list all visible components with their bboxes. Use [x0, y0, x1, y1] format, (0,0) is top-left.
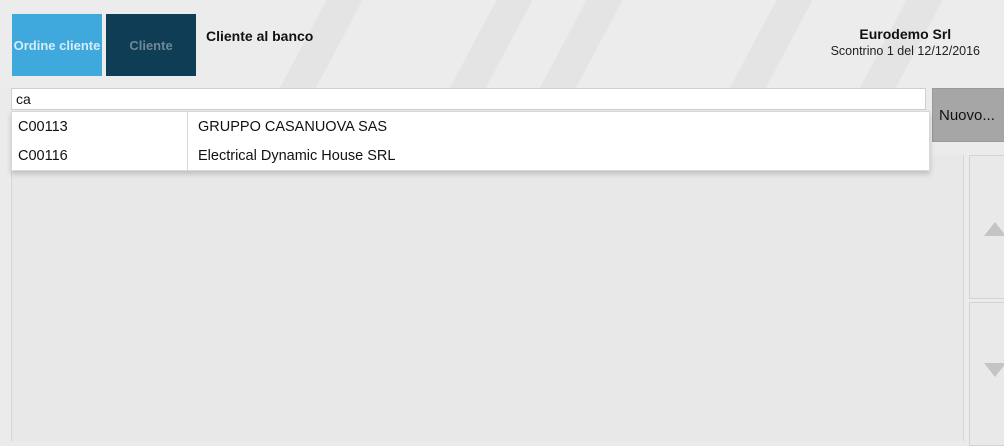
cliente-al-banco-label: Cliente al banco [206, 28, 314, 44]
cliente-button[interactable]: Cliente [106, 14, 196, 76]
suggestion-code: C00116 [12, 141, 188, 170]
triangle-up-icon [984, 222, 1004, 236]
receipt-info: Scontrino 1 del 12/12/2016 [830, 44, 980, 58]
suggestion-code: C00113 [12, 112, 188, 141]
suggestion-row[interactable]: C00113 GRUPPO CASANUOVA SAS [12, 112, 929, 141]
customer-list-area [11, 155, 964, 441]
suggestion-name: Electrical Dynamic House SRL [198, 147, 396, 164]
nuovo-button[interactable]: Nuovo... [932, 88, 1004, 142]
triangle-down-icon [984, 363, 1004, 377]
top-bar: Ordine cliente Cliente Cliente al banco … [0, 0, 1004, 88]
background-decoration [718, 0, 818, 88]
company-info: Eurodemo Srl Scontrino 1 del 12/12/2016 [831, 26, 980, 58]
suggestion-row[interactable]: C00116 Electrical Dynamic House SRL [12, 141, 929, 170]
scroll-down-button[interactable] [969, 302, 1004, 446]
company-name: Eurodemo Srl [859, 26, 952, 42]
background-decoration [268, 0, 368, 88]
suggestion-name: GRUPPO CASANUOVA SAS [198, 118, 388, 135]
background-decoration [438, 0, 538, 88]
customer-search-input[interactable] [11, 88, 926, 110]
ordine-cliente-button[interactable]: Ordine cliente [12, 14, 102, 76]
suggestion-dropdown: C00113 GRUPPO CASANUOVA SAS C00116 Elect… [11, 111, 930, 171]
background-decoration [528, 0, 628, 88]
scroll-up-button[interactable] [969, 155, 1004, 299]
